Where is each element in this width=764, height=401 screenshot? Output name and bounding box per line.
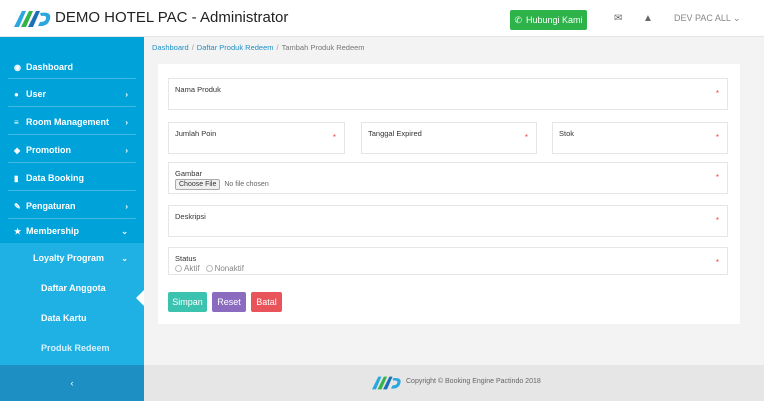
required-mark: * <box>332 133 336 142</box>
sidebar-collapse-button[interactable]: ‹ <box>0 365 144 401</box>
required-mark: * <box>715 216 719 225</box>
sidebar-item-data-booking[interactable]: ▮ Data Booking <box>0 164 144 192</box>
tanggal-expired-field[interactable]: Tanggal Expired * <box>361 122 537 154</box>
sidebar-item-loyalty-program[interactable]: Loyalty Program ⌄ <box>0 245 144 271</box>
sidebar-item-label: Pengaturan <box>26 201 76 211</box>
bell-icon[interactable]: ▲ <box>643 13 653 24</box>
nama-produk-label: Nama Produk <box>175 85 221 94</box>
required-mark: * <box>715 258 719 267</box>
chevron-right-icon: › <box>125 117 128 127</box>
breadcrumb-daftar-produk[interactable]: Daftar Produk Redeem <box>197 43 274 52</box>
sidebar-item-label: Produk Redeem <box>41 343 110 353</box>
jumlah-poin-field[interactable]: Jumlah Poin * <box>168 122 345 154</box>
status-field: Status Aktif Nonaktif * <box>168 247 728 275</box>
sidebar: ◉ Dashboard ● User › ≡ Room Management ›… <box>0 37 144 365</box>
membership-submenu: Loyalty Program ⌄ Daftar Anggota Data Ka… <box>0 243 144 365</box>
cancel-button[interactable]: Batal <box>251 292 282 312</box>
required-mark: * <box>524 133 528 142</box>
chevron-down-icon: ⌄ <box>121 226 128 236</box>
sidebar-item-label: Loyalty Program <box>33 253 105 263</box>
sidebar-item-label: Data Booking <box>26 173 85 183</box>
footer-copyright: Copyright © Booking Engine Pactindo 2018 <box>406 378 541 385</box>
sidebar-item-label: Data Kartu <box>41 313 87 323</box>
sidebar-item-label: Membership <box>26 226 80 236</box>
file-status: No file chosen <box>224 181 269 188</box>
chevron-right-icon: › <box>125 201 128 211</box>
breadcrumb-dashboard[interactable]: Dashboard <box>152 43 189 52</box>
top-bar: DEMO HOTEL PAC - Administrator ✆ Hubungi… <box>0 0 764 37</box>
envelope-icon[interactable]: ✉ <box>614 13 622 24</box>
sidebar-item-membership[interactable]: ★ Membership ⌄ <box>0 217 144 245</box>
sidebar-item-label: Dashboard <box>26 62 74 72</box>
sidebar-item-label: Room Management <box>26 117 110 127</box>
status-aktif-label: Aktif <box>184 264 200 273</box>
required-mark: * <box>715 133 719 142</box>
status-aktif-radio[interactable]: Aktif <box>175 264 200 273</box>
phone-icon: ✆ <box>514 14 522 25</box>
required-mark: * <box>715 89 719 98</box>
stok-field[interactable]: Stok * <box>552 122 728 154</box>
app-title: DEMO HOTEL PAC - Administrator <box>55 9 289 26</box>
nama-produk-field[interactable]: Nama Produk * <box>168 78 728 110</box>
deskripsi-field[interactable]: Deskripsi * <box>168 205 728 237</box>
sidebar-item-promotion[interactable]: ◆ Promotion › <box>0 136 144 164</box>
sidebar-item-label: User <box>26 89 47 99</box>
footer: Copyright © Booking Engine Pactindo 2018 <box>144 365 764 401</box>
choose-file-button[interactable]: Choose File <box>175 179 221 190</box>
main-content: Dashboard / Daftar Produk Redeem / Tambah Pr… <box>144 37 764 365</box>
status-nonaktif-label: Nonaktif <box>214 264 244 273</box>
sidebar-item-label: Daftar Anggota <box>41 283 106 293</box>
tag-icon: ◆ <box>14 145 21 155</box>
save-button[interactable]: Simpan <box>168 292 207 312</box>
sidebar-item-produk-redeem[interactable]: Produk Redeem <box>0 335 144 361</box>
star-icon: ★ <box>14 226 22 236</box>
active-indicator <box>136 290 144 306</box>
jumlah-poin-label: Jumlah Poin <box>175 129 217 138</box>
book-icon: ▮ <box>14 173 19 183</box>
gambar-field: Gambar Choose File No file chosen * <box>168 162 728 194</box>
chevron-right-icon: › <box>125 89 128 99</box>
sidebar-item-user[interactable]: ● User › <box>0 80 144 108</box>
breadcrumb-current: Tambah Produk Redeem <box>281 43 365 52</box>
pac-logo <box>372 376 401 390</box>
gambar-label: Gambar <box>175 169 203 178</box>
contact-button[interactable]: ✆ Hubungi Kami <box>510 10 587 30</box>
deskripsi-label: Deskripsi <box>175 212 206 221</box>
list-icon: ≡ <box>14 117 19 127</box>
contact-button-label: Hubungi Kami <box>526 15 583 25</box>
form-panel: Nama Produk * Jumlah Poin * Tanggal Expi… <box>158 64 740 324</box>
sidebar-item-data-kartu[interactable]: Data Kartu <box>0 305 144 331</box>
chevron-down-icon: ⌄ <box>733 13 741 23</box>
sidebar-item-pengaturan[interactable]: ✎ Pengaturan › <box>0 192 144 220</box>
sidebar-item-label: Promotion <box>26 145 71 155</box>
status-label: Status <box>175 254 197 263</box>
user-icon: ● <box>14 89 19 99</box>
status-nonaktif-radio[interactable]: Nonaktif <box>205 264 244 273</box>
user-name: DEV PAC ALL <box>674 13 731 23</box>
reset-button[interactable]: Reset <box>212 292 246 312</box>
user-menu[interactable]: DEV PAC ALL ⌄ <box>674 13 741 24</box>
required-mark: * <box>715 173 719 182</box>
tanggal-expired-label: Tanggal Expired <box>368 129 422 138</box>
chevron-left-icon: ‹ <box>70 378 74 388</box>
dashboard-icon: ◉ <box>14 62 21 72</box>
chevron-down-icon: ⌄ <box>121 253 128 263</box>
wrench-icon: ✎ <box>14 201 21 211</box>
breadcrumb: Dashboard / Daftar Produk Redeem / Tambah Pr… <box>152 43 365 52</box>
pac-logo[interactable] <box>14 9 52 29</box>
chevron-right-icon: › <box>125 145 128 155</box>
stok-label: Stok <box>559 129 575 138</box>
sidebar-item-room-management[interactable]: ≡ Room Management › <box>0 108 144 136</box>
sidebar-item-dashboard[interactable]: ◉ Dashboard <box>0 53 144 81</box>
sidebar-item-daftar-anggota[interactable]: Daftar Anggota <box>0 275 144 301</box>
